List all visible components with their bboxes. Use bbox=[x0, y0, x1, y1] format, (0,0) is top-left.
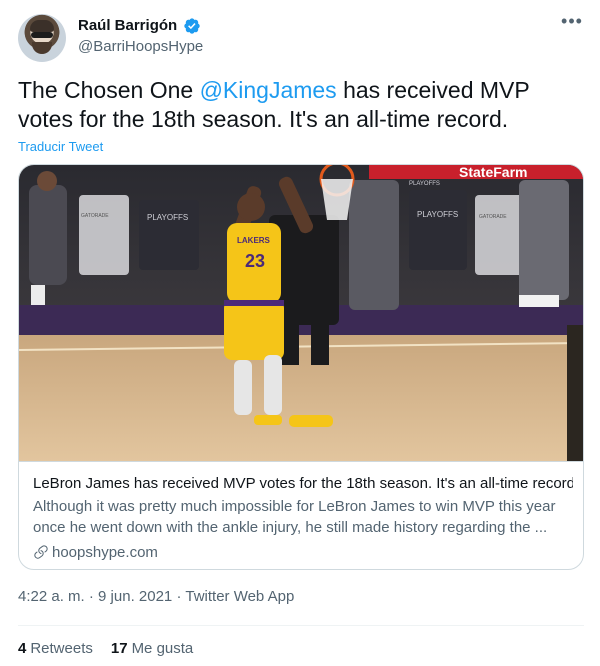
meta-separator: · bbox=[88, 588, 94, 605]
retweets-stat[interactable]: 4 Retweets bbox=[18, 640, 93, 657]
tweet-text: The Chosen One @KingJames has received M… bbox=[18, 76, 588, 134]
translate-tweet-link[interactable]: Traducir Tweet bbox=[18, 139, 103, 154]
link-icon bbox=[34, 545, 48, 559]
card-body[interactable]: LeBron James has received MVP votes for … bbox=[19, 461, 583, 569]
avatar[interactable] bbox=[18, 14, 66, 62]
mention-link[interactable]: @KingJames bbox=[200, 77, 337, 103]
card-description: Although it was pretty much impossible f… bbox=[33, 498, 556, 536]
playoffs-right-text: PLAYOFFS bbox=[417, 210, 458, 219]
tweet: Raúl Barrigón @BarriHoopsHype ••• The Ch… bbox=[0, 0, 600, 666]
tweet-stats: 4 Retweets 17 Me gusta bbox=[18, 640, 211, 657]
card-domain-row[interactable]: hoopshype.com bbox=[33, 542, 158, 562]
gatorade-left-text: GATORADE bbox=[81, 213, 109, 219]
likes-count: 17 bbox=[110, 640, 128, 657]
author-handle[interactable]: @BarriHoopsHype bbox=[78, 38, 203, 55]
likes-label: Me gusta bbox=[131, 640, 194, 657]
retweets-label: Retweets bbox=[30, 640, 93, 657]
jersey-name-text: LAKERS bbox=[237, 236, 271, 245]
tweet-text-before: The Chosen One bbox=[18, 77, 200, 103]
meta-separator: · bbox=[176, 588, 182, 605]
tweet-source[interactable]: Twitter Web App bbox=[185, 588, 294, 605]
gatorade-right-text: GATORADE bbox=[479, 214, 507, 220]
retweets-count: 4 bbox=[18, 640, 27, 657]
tweet-time[interactable]: 4:22 a. m. bbox=[18, 588, 85, 605]
playoffs-top-text: PLAYOFFS bbox=[409, 181, 440, 187]
card-title[interactable]: LeBron James has received MVP votes for … bbox=[33, 474, 573, 494]
banner-text: StateFarm bbox=[459, 165, 527, 180]
more-options-icon[interactable]: ••• bbox=[560, 12, 584, 34]
link-card[interactable]: StateFarm PLAYOFFS GATORADE PLAYOFFS GAT… bbox=[18, 164, 584, 570]
likes-stat[interactable]: 17 Me gusta bbox=[111, 640, 193, 657]
divider bbox=[18, 625, 584, 626]
jersey-number-text: 23 bbox=[245, 251, 265, 271]
verified-badge-icon bbox=[184, 18, 200, 34]
playoffs-left-text: PLAYOFFS bbox=[147, 213, 188, 222]
tweet-date[interactable]: 9 jun. 2021 bbox=[98, 588, 172, 605]
card-image[interactable]: StateFarm PLAYOFFS GATORADE PLAYOFFS GAT… bbox=[19, 165, 583, 461]
tweet-meta: 4:22 a. m. · 9 jun. 2021 · Twitter Web A… bbox=[18, 588, 294, 605]
author-name[interactable]: Raúl Barrigón bbox=[78, 17, 177, 34]
card-domain[interactable]: hoopshype.com bbox=[52, 544, 158, 561]
